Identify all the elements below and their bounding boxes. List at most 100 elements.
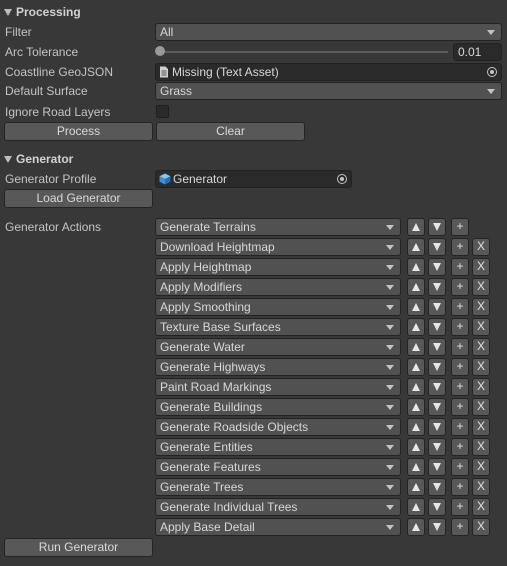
remove-action-button[interactable]: X: [472, 358, 490, 376]
remove-action-button[interactable]: X: [472, 518, 490, 536]
add-action-button[interactable]: +: [451, 378, 469, 396]
generator-foldout[interactable]: Generator: [0, 150, 73, 168]
generator-action-label: Texture Base Surfaces: [160, 320, 281, 334]
coastline-object-field[interactable]: Missing (Text Asset): [155, 63, 502, 81]
move-up-button[interactable]: [407, 458, 425, 476]
add-action-button[interactable]: +: [451, 298, 469, 316]
add-action-button[interactable]: +: [451, 398, 469, 416]
move-down-button[interactable]: [428, 458, 446, 476]
generator-action-dropdown[interactable]: Generate Buildings: [155, 398, 401, 416]
move-up-button[interactable]: [407, 438, 425, 456]
generator-action-dropdown[interactable]: Paint Road Markings: [155, 378, 401, 396]
generator-profile-object-field[interactable]: Generator: [155, 170, 352, 188]
move-up-button[interactable]: [407, 478, 425, 496]
remove-action-button[interactable]: X: [472, 278, 490, 296]
generator-action-dropdown[interactable]: Download Heightmap: [155, 238, 401, 256]
generator-action-dropdown[interactable]: Generate Roadside Objects: [155, 418, 401, 436]
move-up-button[interactable]: [407, 218, 425, 236]
default-surface-dropdown[interactable]: Grass: [155, 82, 502, 100]
move-up-button[interactable]: [407, 398, 425, 416]
move-up-button[interactable]: [407, 378, 425, 396]
move-up-button[interactable]: [407, 238, 425, 256]
remove-action-button[interactable]: X: [472, 378, 490, 396]
generator-action-dropdown[interactable]: Generate Entities: [155, 438, 401, 456]
move-down-button[interactable]: [428, 278, 446, 296]
move-up-button[interactable]: [407, 298, 425, 316]
move-up-button[interactable]: [407, 278, 425, 296]
load-generator-button[interactable]: Load Generator: [4, 189, 153, 208]
move-up-button[interactable]: [407, 518, 425, 536]
remove-action-button[interactable]: X: [472, 458, 490, 476]
generator-action-dropdown[interactable]: Generate Terrains: [155, 218, 401, 236]
remove-action-button[interactable]: X: [472, 398, 490, 416]
move-up-button[interactable]: [407, 318, 425, 336]
move-down-button[interactable]: [428, 298, 446, 316]
generator-action-dropdown[interactable]: Generate Features: [155, 458, 401, 476]
move-down-button[interactable]: [428, 418, 446, 436]
move-up-button[interactable]: [407, 258, 425, 276]
remove-action-button[interactable]: X: [472, 418, 490, 436]
remove-action-button[interactable]: X: [472, 318, 490, 336]
arc-tolerance-input[interactable]: 0.01: [453, 43, 502, 61]
move-down-button[interactable]: [428, 498, 446, 516]
move-down-button[interactable]: [428, 398, 446, 416]
move-down-button[interactable]: [428, 238, 446, 256]
generator-action-label: Apply Modifiers: [160, 280, 243, 294]
move-down-button[interactable]: [428, 438, 446, 456]
add-action-button[interactable]: +: [451, 418, 469, 436]
move-up-button[interactable]: [407, 338, 425, 356]
add-action-button[interactable]: +: [451, 358, 469, 376]
move-up-button[interactable]: [407, 358, 425, 376]
arc-tolerance-slider-thumb[interactable]: [155, 46, 165, 56]
ignore-road-layers-checkbox[interactable]: [156, 105, 169, 118]
generator-action-dropdown[interactable]: Generate Water: [155, 338, 401, 356]
arc-tolerance-slider-track[interactable]: [160, 51, 448, 53]
move-up-icon: [412, 523, 420, 531]
add-action-button[interactable]: +: [451, 458, 469, 476]
remove-action-button[interactable]: X: [472, 498, 490, 516]
generator-action-label: Generate Roadside Objects: [160, 420, 309, 434]
generator-action-dropdown[interactable]: Generate Highways: [155, 358, 401, 376]
move-up-button[interactable]: [407, 418, 425, 436]
remove-action-button[interactable]: X: [472, 238, 490, 256]
filter-dropdown[interactable]: All: [155, 23, 502, 41]
object-picker-icon[interactable]: [337, 174, 347, 184]
add-action-button[interactable]: +: [451, 518, 469, 536]
move-down-button[interactable]: [428, 518, 446, 536]
run-generator-button[interactable]: Run Generator: [4, 538, 153, 557]
generator-action-dropdown[interactable]: Generate Trees: [155, 478, 401, 496]
move-down-button[interactable]: [428, 318, 446, 336]
add-action-button[interactable]: +: [451, 238, 469, 256]
remove-action-button[interactable]: X: [472, 438, 490, 456]
move-down-button[interactable]: [428, 218, 446, 236]
add-action-button[interactable]: +: [451, 258, 469, 276]
processing-foldout[interactable]: Processing: [0, 3, 81, 21]
process-button[interactable]: Process: [4, 122, 153, 141]
move-down-button[interactable]: [428, 478, 446, 496]
remove-action-button[interactable]: X: [472, 258, 490, 276]
generator-action-dropdown[interactable]: Apply Heightmap: [155, 258, 401, 276]
move-down-button[interactable]: [428, 338, 446, 356]
dropdown-arrow-icon: [386, 345, 394, 350]
object-picker-icon[interactable]: [487, 67, 497, 77]
generator-action-dropdown[interactable]: Apply Base Detail: [155, 518, 401, 536]
move-down-button[interactable]: [428, 378, 446, 396]
move-up-button[interactable]: [407, 498, 425, 516]
clear-button[interactable]: Clear: [156, 122, 305, 141]
add-action-button[interactable]: +: [451, 218, 469, 236]
add-action-button[interactable]: +: [451, 498, 469, 516]
remove-action-button[interactable]: X: [472, 338, 490, 356]
add-action-button[interactable]: +: [451, 438, 469, 456]
generator-action-dropdown[interactable]: Apply Modifiers: [155, 278, 401, 296]
move-down-button[interactable]: [428, 258, 446, 276]
generator-action-dropdown[interactable]: Apply Smoothing: [155, 298, 401, 316]
add-action-button[interactable]: +: [451, 338, 469, 356]
add-action-button[interactable]: +: [451, 478, 469, 496]
generator-action-dropdown[interactable]: Texture Base Surfaces: [155, 318, 401, 336]
move-down-button[interactable]: [428, 358, 446, 376]
remove-action-button[interactable]: X: [472, 478, 490, 496]
add-action-button[interactable]: +: [451, 278, 469, 296]
generator-action-dropdown[interactable]: Generate Individual Trees: [155, 498, 401, 516]
remove-action-button[interactable]: X: [472, 298, 490, 316]
add-action-button[interactable]: +: [451, 318, 469, 336]
